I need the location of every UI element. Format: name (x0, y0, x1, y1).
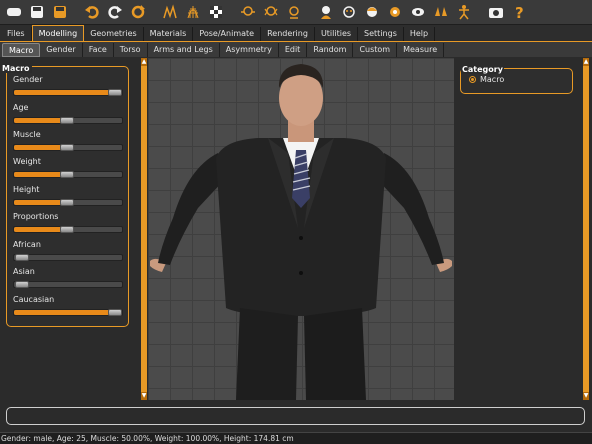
back-view-icon[interactable] (261, 2, 281, 22)
slider-weight: Weight (13, 157, 129, 178)
tab-help[interactable]: Help (404, 27, 436, 41)
tab-rendering[interactable]: Rendering (261, 27, 315, 41)
slider-track[interactable] (13, 309, 123, 316)
subtab-edit[interactable]: Edit (279, 42, 308, 57)
slider-african: African (13, 240, 129, 261)
redo-icon[interactable] (105, 2, 125, 22)
slider-handle[interactable] (15, 281, 29, 288)
slider-track[interactable] (13, 226, 123, 233)
background-checker-icon[interactable] (206, 2, 226, 22)
slider-handle[interactable] (60, 117, 74, 124)
status-bar: Gender: male, Age: 25, Muscle: 50.00%, W… (0, 432, 592, 444)
toolbar: ? (0, 0, 592, 25)
slider-track[interactable] (13, 171, 123, 178)
slider-track[interactable] (13, 199, 123, 206)
slider-handle[interactable] (15, 254, 29, 261)
tab-settings[interactable]: Settings (358, 27, 404, 41)
skin-icon[interactable] (385, 2, 405, 22)
subtab-gender[interactable]: Gender (40, 42, 83, 57)
scroll-down-icon[interactable]: ▼ (583, 392, 589, 400)
subtab-torso[interactable]: Torso (114, 42, 148, 57)
slider-handle[interactable] (60, 144, 74, 151)
slider-label: Asian (13, 267, 35, 276)
3d-viewport[interactable] (148, 58, 454, 400)
macro-panel-title: Macro (0, 64, 32, 73)
subtab-random[interactable]: Random (307, 42, 354, 57)
slider-label: African (13, 240, 41, 249)
scroll-down-icon[interactable]: ▼ (141, 392, 147, 400)
slider-handle[interactable] (60, 171, 74, 178)
slider-asian: Asian (13, 267, 129, 288)
scroll-up-icon[interactable]: ▲ (583, 58, 589, 66)
slider-gender: Gender (13, 75, 129, 96)
slider-track[interactable] (13, 281, 123, 288)
scroll-up-icon[interactable]: ▲ (141, 58, 147, 66)
slider-handle[interactable] (108, 89, 122, 96)
save-icon[interactable] (27, 2, 47, 22)
radio-selected-icon[interactable] (469, 76, 476, 83)
modelling-subtabs: Macro Gender Face Torso Arms and Legs As… (0, 41, 592, 57)
hair-icon[interactable] (362, 2, 382, 22)
front-view-icon[interactable] (238, 2, 258, 22)
slider-handle[interactable] (60, 199, 74, 206)
undo-icon[interactable] (82, 2, 102, 22)
slider-age: Age (13, 103, 129, 124)
slider-label: Weight (13, 157, 41, 166)
subtab-face[interactable]: Face (83, 42, 114, 57)
slider-track[interactable] (13, 117, 123, 124)
slider-height: Height (13, 185, 129, 206)
subtab-measure[interactable]: Measure (397, 42, 445, 57)
category-panel-title: Category (461, 65, 504, 74)
tab-utilities[interactable]: Utilities (315, 27, 359, 41)
category-option-macro[interactable]: Macro (469, 75, 504, 84)
eyes-icon[interactable] (408, 2, 428, 22)
help-icon[interactable]: ? (509, 2, 529, 22)
hands-icon[interactable] (431, 2, 451, 22)
face-icon[interactable] (339, 2, 359, 22)
slider-handle[interactable] (60, 226, 74, 233)
subtab-arms-and-legs[interactable]: Arms and Legs (148, 42, 220, 57)
tab-materials[interactable]: Materials (144, 27, 194, 41)
main-menu-tabs: Files Modelling Geometries Materials Pos… (0, 25, 592, 41)
tab-pose-animate[interactable]: Pose/Animate (193, 27, 262, 41)
slider-label: Muscle (13, 130, 41, 139)
category-option-label: Macro (480, 75, 505, 84)
slider-muscle: Muscle (13, 130, 129, 151)
skeleton-icon[interactable] (454, 2, 474, 22)
human-model (150, 64, 452, 400)
screenshot-icon[interactable] (486, 2, 506, 22)
slider-label: Proportions (13, 212, 59, 221)
slider-track[interactable] (13, 144, 123, 151)
slider-track[interactable] (13, 89, 123, 96)
head-icon[interactable] (316, 2, 336, 22)
smooth-icon[interactable] (160, 2, 180, 22)
subtab-asymmetry[interactable]: Asymmetry (220, 42, 279, 57)
wireframe-icon[interactable] (183, 2, 203, 22)
subtab-custom[interactable]: Custom (353, 42, 398, 57)
command-input[interactable] (6, 407, 585, 425)
svg-text:?: ? (515, 4, 524, 20)
tab-geometries[interactable]: Geometries (84, 27, 144, 41)
slider-proportions: Proportions (13, 212, 129, 233)
slider-caucasian: Caucasian (13, 295, 129, 316)
slider-handle[interactable] (108, 309, 122, 316)
slider-label: Gender (13, 75, 43, 84)
side-view-icon[interactable] (284, 2, 304, 22)
macro-panel: Gender Age Muscle Weight Height Proporti… (6, 66, 129, 327)
slider-label: Height (13, 185, 40, 194)
right-scrollbar[interactable]: ▲ ▼ (583, 58, 589, 400)
tab-modelling[interactable]: Modelling (31, 25, 85, 41)
slider-label: Age (13, 103, 29, 112)
save-as-icon[interactable] (50, 2, 70, 22)
new-file-icon[interactable] (4, 2, 24, 22)
subtab-macro[interactable]: Macro (2, 42, 41, 57)
slider-label: Caucasian (13, 295, 55, 304)
left-scrollbar[interactable]: ▲ ▼ (141, 58, 147, 400)
tab-files[interactable]: Files (1, 27, 32, 41)
slider-track[interactable] (13, 254, 123, 261)
reset-icon[interactable] (128, 2, 148, 22)
